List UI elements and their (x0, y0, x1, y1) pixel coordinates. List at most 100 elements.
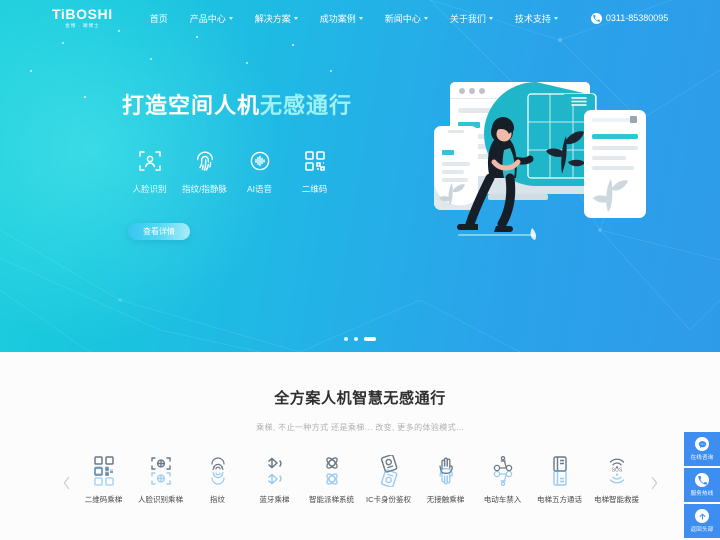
solution-card-label: 智能派梯系统 (309, 495, 354, 504)
qr-code-icon (91, 455, 117, 489)
ic-card-icon (376, 455, 402, 489)
section-subtitle: 乘梯, 不止一种方式 还是乘梯... 改变, 更多的体验模式... (256, 423, 464, 432)
arrow-up-icon (695, 509, 709, 523)
face-scan-icon (138, 148, 162, 174)
intercom-icon (547, 455, 573, 489)
face-scan-icon (148, 455, 174, 489)
nav-item-label: 成功案例 (319, 13, 356, 24)
phone-icon (695, 473, 709, 487)
hero-feature-face[interactable]: 人脸识别 (122, 148, 177, 195)
float-item-label: 在线咨询 (690, 455, 714, 461)
solution-card-label: 电动车禁入 (483, 495, 522, 504)
solution-card-intercom[interactable]: 电梯五方通话 (531, 455, 588, 505)
nav-item-home[interactable]: 首页 (139, 12, 179, 25)
carousel-dot-3-active[interactable] (364, 337, 376, 341)
solution-card-rescue[interactable]: SOS 电梯智能救援 (588, 455, 645, 505)
nav-item-cases[interactable]: 成功案例 (309, 12, 374, 25)
float-hotline-button[interactable]: 服务热线 (684, 468, 720, 502)
solution-card-label: 无接触乘梯 (426, 495, 465, 504)
nav-item-label: 解决方案 (254, 13, 291, 24)
solution-card-iccard[interactable]: IC卡身份鉴权 (360, 455, 417, 505)
sos-signal-icon: SOS (604, 455, 630, 489)
hero-text-block: 打造空间人机无感通行 人脸识别 指纹/指静脉 AI语音 二维码 查看详情 (0, 88, 375, 240)
float-item-label: 返回头部 (690, 527, 714, 533)
hero-feature-label: 人脸识别 (132, 184, 167, 194)
header-phone[interactable]: 0311-85380095 (590, 12, 669, 24)
nav-item-label: 新闻中心 (384, 13, 421, 24)
logo-sub-text: 金博 · 踢博士 (65, 23, 100, 29)
voice-wave-icon (248, 148, 272, 174)
float-back-to-top-button[interactable]: 返回头部 (684, 504, 720, 538)
hero-feature-label: 指纹/指静脉 (182, 184, 227, 194)
fingerprint-icon (193, 148, 217, 174)
nav-item-label: 关于我们 (449, 13, 486, 24)
solution-card-qrcode[interactable]: 二维码乘梯 (75, 455, 132, 505)
phone-number: 0311-85380095 (605, 13, 669, 23)
solution-card-label: 蓝牙乘梯 (259, 495, 290, 504)
solution-card-face[interactable]: 人脸识别乘梯 (132, 455, 189, 505)
chevron-down-icon (228, 17, 233, 20)
hero-content: 打造空间人机无感通行 人脸识别 指纹/指静脉 AI语音 二维码 查看详情 (0, 36, 720, 240)
chevron-left-icon (63, 476, 69, 490)
chevron-down-icon (488, 17, 493, 20)
float-online-consult-button[interactable]: 在线咨询 (684, 432, 720, 466)
hero-banner: TiBOSHI 金博 · 踢博士 首页 产品中心 解决方案 成功案例 新闻中心 … (0, 0, 720, 352)
hand-icon (433, 455, 459, 489)
carousel-dot-2[interactable] (354, 337, 358, 341)
solution-card-label: IC卡身份鉴权 (366, 495, 411, 504)
nav-item-products[interactable]: 产品中心 (179, 12, 244, 25)
solutions-carousel: 二维码乘梯 人脸识别乘梯 指纹 蓝牙乘梯 智能派梯系统 IC卡身份鉴权 无接触乘… (0, 455, 720, 505)
svg-text:SOS: SOS (611, 468, 622, 474)
solution-card-fingerprint[interactable]: 指纹 (189, 455, 246, 505)
hero-feature-voice[interactable]: AI语音 (232, 148, 287, 195)
atom-icon (319, 455, 345, 489)
chevron-down-icon (423, 17, 428, 20)
carousel-indicators (0, 337, 720, 341)
hero-feature-row: 人脸识别 指纹/指静脉 AI语音 二维码 (122, 148, 375, 195)
scooter-icon (490, 455, 516, 489)
solution-card-label: 电梯智能救援 (594, 495, 639, 504)
chevron-down-icon (358, 17, 363, 20)
qr-code-icon (303, 148, 327, 174)
solution-card-label: 人脸识别乘梯 (138, 495, 183, 504)
chevron-right-icon (651, 476, 657, 490)
nav-item-support[interactable]: 技术支持 (504, 12, 569, 25)
hero-title-strong: 打造空间人机 (122, 93, 261, 118)
carousel-dot-1[interactable] (344, 337, 348, 341)
view-details-button[interactable]: 查看详情 (128, 223, 190, 240)
logo-main-text: TiBOSHI (52, 6, 113, 23)
nav-item-label: 首页 (149, 13, 168, 24)
carousel-prev-button[interactable] (57, 463, 75, 503)
chat-icon (695, 437, 709, 451)
solution-card-label: 电梯五方通话 (537, 495, 582, 504)
fingerprint-icon (205, 455, 231, 489)
hero-feature-qrcode[interactable]: 二维码 (287, 148, 342, 195)
solution-card-label: 二维码乘梯 (84, 495, 123, 504)
nav-item-solutions[interactable]: 解决方案 (244, 12, 309, 25)
solution-card-touchless[interactable]: 无接触乘梯 (417, 455, 474, 505)
hero-title: 打造空间人机无感通行 (122, 88, 375, 120)
solutions-section: 全方案人机智慧无感通行 乘梯, 不止一种方式 还是乘梯... 改变, 更多的体验… (0, 352, 720, 540)
top-navigation-bar: TiBOSHI 金博 · 踢博士 首页 产品中心 解决方案 成功案例 新闻中心 … (0, 0, 720, 36)
hero-feature-label: AI语音 (246, 184, 273, 194)
nav-item-about[interactable]: 关于我们 (439, 12, 504, 25)
solution-card-bluetooth[interactable]: 蓝牙乘梯 (246, 455, 303, 505)
nav-item-news[interactable]: 新闻中心 (374, 12, 439, 25)
carousel-next-button[interactable] (645, 463, 663, 503)
solution-card-scooter[interactable]: 电动车禁入 (474, 455, 531, 505)
float-item-label: 服务热线 (690, 491, 714, 497)
chevron-down-icon (293, 17, 298, 20)
site-logo[interactable]: TiBOSHI 金博 · 踢博士 (52, 7, 113, 29)
hero-feature-label: 二维码 (301, 184, 328, 194)
solution-cards: 二维码乘梯 人脸识别乘梯 指纹 蓝牙乘梯 智能派梯系统 IC卡身份鉴权 无接触乘… (75, 455, 645, 505)
hero-feature-fingerprint[interactable]: 指纹/指静脉 (177, 148, 232, 195)
floating-service-panel: 在线咨询 服务热线 返回头部 (684, 432, 720, 538)
chevron-down-icon (553, 17, 558, 20)
page-root: TiBOSHI 金博 · 踢博士 首页 产品中心 解决方案 成功案例 新闻中心 … (0, 0, 720, 540)
main-nav: 首页 产品中心 解决方案 成功案例 新闻中心 关于我们 技术支持 (139, 12, 569, 25)
nav-item-label: 技术支持 (514, 13, 551, 24)
phone-icon (590, 12, 602, 24)
solution-card-dispatch[interactable]: 智能派梯系统 (303, 455, 360, 505)
section-title: 全方案人机智慧无感通行 (274, 390, 446, 407)
hero-title-soft: 无感通行 (260, 93, 353, 118)
